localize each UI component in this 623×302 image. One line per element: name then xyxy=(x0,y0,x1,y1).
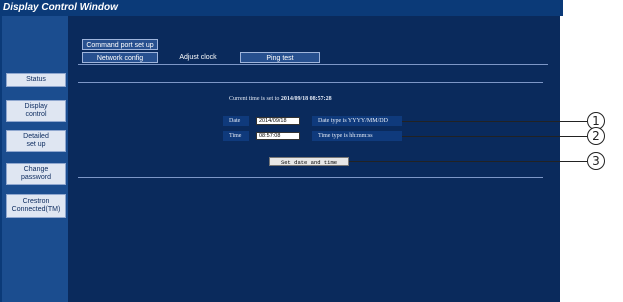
divider-top xyxy=(78,82,543,83)
current-time-value: 2014/09/18 08:57:28 xyxy=(280,96,332,102)
callout-2: 2 xyxy=(587,127,605,145)
sidebar-item-change-password[interactable]: Change password xyxy=(6,163,66,185)
tab-ping-test[interactable]: Ping test xyxy=(240,52,320,63)
set-date-time-button[interactable]: Set date and time xyxy=(269,157,349,166)
sidebar-item-detailed-set-up[interactable]: Detailed set up xyxy=(6,130,66,152)
sidebar-item-label: Status xyxy=(26,76,46,83)
sidebar-item-label: Display control xyxy=(24,103,48,118)
time-input[interactable] xyxy=(256,132,300,140)
callout-line-3 xyxy=(349,161,587,162)
callout-line-2 xyxy=(402,136,587,137)
sidebar-item-crestron-connected[interactable]: Crestron Connected(TM) xyxy=(6,194,66,218)
current-time-prefix: Current time is set to xyxy=(229,96,281,102)
date-input[interactable] xyxy=(256,117,300,125)
command-port-setup-button[interactable]: Command port set up xyxy=(82,39,158,50)
current-time-label: Current time is set to 2014/09/18 08:57:… xyxy=(229,96,332,102)
callout-3: 3 xyxy=(587,152,605,170)
window-title: Display Control Window xyxy=(0,0,563,16)
tab-underline xyxy=(78,64,548,65)
sidebar-item-status[interactable]: Status xyxy=(6,73,66,87)
date-label: Date xyxy=(223,116,249,126)
sidebar-item-label: Detailed set up xyxy=(23,133,49,148)
time-label: Time xyxy=(223,131,249,141)
divider-bottom xyxy=(78,177,543,178)
tab-adjust-clock[interactable]: Adjust clock xyxy=(160,52,236,63)
sidebar-item-label: Change password xyxy=(21,166,51,181)
callout-line-1 xyxy=(402,121,587,122)
time-format-hint: Time type is hh:mm:ss xyxy=(312,131,402,141)
sidebar-item-display-control[interactable]: Display control xyxy=(6,100,66,122)
sidebar-item-label: Crestron Connected(TM) xyxy=(11,198,61,213)
date-format-hint: Date type is YYYY/MM/DD xyxy=(312,116,402,126)
sidebar xyxy=(2,16,68,302)
tab-network-config[interactable]: Network config xyxy=(82,52,158,63)
